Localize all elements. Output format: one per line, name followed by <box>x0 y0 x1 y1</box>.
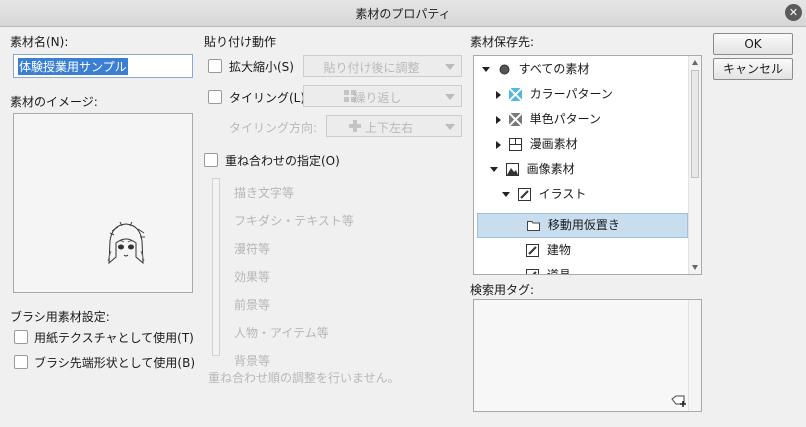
overlay-item: 前景等 <box>234 298 271 312</box>
chevron-down-icon <box>445 124 455 130</box>
chevron-down-icon <box>445 64 455 70</box>
color-pattern-icon <box>508 88 522 101</box>
material-name-value: 体験授業用サンプル <box>18 58 128 75</box>
save-location-tree[interactable]: すべての素材 カラーパターン 単色パターン 漫画素材 画像素材 イラスト 移動用… <box>473 55 702 275</box>
material-image-preview <box>13 113 193 293</box>
close-button[interactable]: ✕ <box>785 4 802 21</box>
overlay-note: 重ね合わせ順の調整を行いません。 <box>208 371 400 385</box>
search-tags-label: 検索用タグ: <box>470 283 535 297</box>
overlay-item: 漫符等 <box>234 242 271 256</box>
scrollbar-thumb[interactable] <box>691 70 699 178</box>
mono-pattern-icon <box>508 113 522 126</box>
scroll-down-icon[interactable] <box>692 265 698 270</box>
tiling-mode-select[interactable]: 繰り返し <box>303 85 462 107</box>
scroll-up-icon[interactable] <box>692 60 698 65</box>
tree-item-label: 道具 <box>546 268 571 275</box>
overlay-item: 背景等 <box>234 354 271 368</box>
tree-item-label: カラーパターン <box>529 87 613 101</box>
paper-texture-label: 用紙テクスチャとして使用(T) <box>34 331 194 345</box>
tiling-mode-value: 繰り返し <box>353 91 402 105</box>
tree-item-label: 画像素材 <box>526 162 575 176</box>
circle-icon <box>499 64 510 75</box>
tree-item-label: 漫画素材 <box>529 137 578 151</box>
tree-item-color-pattern[interactable]: カラーパターン <box>474 82 701 107</box>
scale-label: 拡大縮小(S) <box>229 60 294 74</box>
chevron-down-icon <box>445 94 455 100</box>
tree-item-all-materials[interactable]: すべての素材 <box>474 57 696 82</box>
tree-item-image[interactable]: 画像素材 <box>474 157 701 182</box>
overlay-item: 効果等 <box>234 270 271 284</box>
expand-right-icon <box>496 140 501 149</box>
image-icon <box>505 163 519 176</box>
folder-icon <box>527 221 540 231</box>
ok-button[interactable]: OK <box>713 33 793 55</box>
tree-item-label: 建物 <box>546 243 571 257</box>
expand-right-icon <box>496 115 501 124</box>
tiling-direction-select[interactable]: 上下左右 <box>326 115 462 137</box>
tree-scrollbar[interactable] <box>688 56 701 274</box>
expand-down-icon <box>490 167 498 172</box>
tree-item-label: イラスト <box>538 187 587 201</box>
tiling-direction-label: タイリング方向: <box>229 121 318 135</box>
add-tag-icon[interactable] <box>671 395 687 409</box>
expand-right-icon <box>496 90 501 99</box>
tiling-label: タイリング(L) <box>229 91 306 105</box>
tree-item-label: 移動用仮置き <box>547 218 620 232</box>
material-name-label: 素材名(N): <box>10 35 69 49</box>
paste-behavior-label: 貼り付け動作 <box>204 35 277 49</box>
save-location-label: 素材保存先: <box>470 35 535 49</box>
tree-item-temp-storage[interactable]: 移動用仮置き <box>477 213 688 238</box>
scale-checkbox[interactable] <box>208 59 222 73</box>
manga-character-thumbnail <box>107 221 145 265</box>
tree-item-label: 単色パターン <box>529 112 602 126</box>
tags-scrollbar[interactable] <box>688 300 701 411</box>
pen-icon <box>526 269 539 274</box>
material-name-input[interactable]: 体験授業用サンプル <box>13 54 193 78</box>
overlay-item: フキダシ・テキスト等 <box>234 214 354 228</box>
paper-texture-checkbox[interactable] <box>14 330 28 344</box>
search-tags-area[interactable] <box>473 299 702 412</box>
overlay-order-label: 重ね合わせの指定(O) <box>225 154 340 168</box>
expand-down-icon <box>502 192 510 197</box>
window-title: 素材のプロパティ <box>355 7 451 21</box>
tiling-checkbox[interactable] <box>208 90 222 104</box>
overlay-order-checkbox[interactable] <box>204 153 218 167</box>
brush-tip-label: ブラシ先端形状として使用(B) <box>34 356 195 370</box>
title-bar: 素材のプロパティ ✕ <box>0 0 806 27</box>
expand-down-icon <box>482 67 490 72</box>
manga-icon <box>508 138 522 151</box>
tree-item-tools[interactable]: 道具 <box>474 263 701 275</box>
tree-item-manga[interactable]: 漫画素材 <box>474 132 701 157</box>
tree-item-illust[interactable]: イラスト <box>474 182 701 207</box>
pen-icon <box>517 188 531 201</box>
tiling-direction-value: 上下左右 <box>364 121 413 135</box>
cancel-button[interactable]: キャンセル <box>713 58 793 80</box>
overlay-item: 描き文字等 <box>234 186 295 200</box>
brush-tip-checkbox[interactable] <box>14 355 28 369</box>
scale-mode-select[interactable]: 貼り付け後に調整 <box>303 55 462 77</box>
tree-item-mono-pattern[interactable]: 単色パターン <box>474 107 701 132</box>
scale-mode-value: 貼り付け後に調整 <box>323 61 420 75</box>
overlay-item: 人物・アイテム等 <box>234 326 329 340</box>
overlay-order-slider[interactable] <box>212 178 220 356</box>
pen-icon <box>526 244 539 257</box>
tree-item-building[interactable]: 建物 <box>474 238 701 263</box>
tree-item-label: すべての素材 <box>518 62 590 76</box>
material-image-label: 素材のイメージ: <box>10 95 98 109</box>
brush-settings-label: ブラシ用素材設定: <box>10 310 110 324</box>
